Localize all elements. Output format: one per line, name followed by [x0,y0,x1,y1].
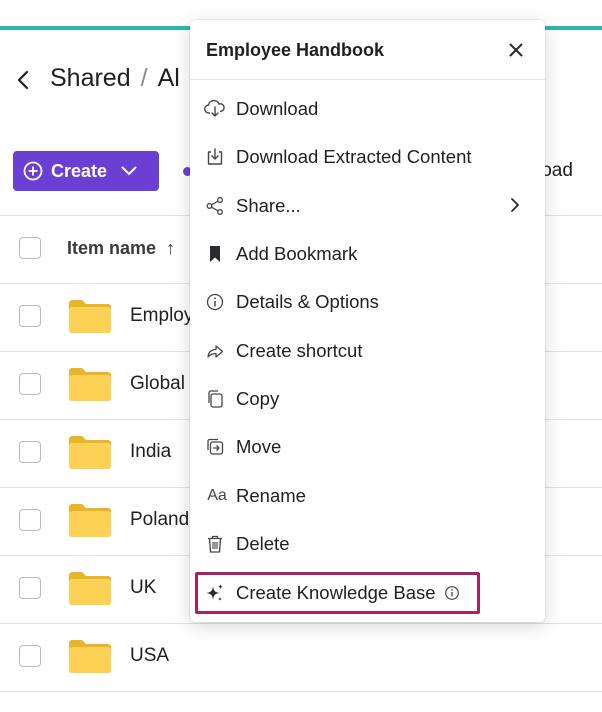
row-checkbox[interactable] [19,577,41,599]
shortcut-arrow-icon [204,340,226,362]
menu-item-add-bookmark[interactable]: Add Bookmark [204,234,532,274]
plus-circle-icon [23,161,43,181]
folder-icon [69,572,111,605]
back-button[interactable] [12,66,34,94]
breadcrumb: Shared / Al [50,64,180,93]
menu-item-label: Add Bookmark [236,243,358,264]
row-checkbox[interactable] [19,645,41,667]
copy-icon [204,388,226,410]
context-menu-title: Employee Handbook [206,40,385,60]
download-tray-icon [204,146,226,168]
cloud-download-icon [204,98,226,120]
folder-icon [69,368,111,401]
close-button[interactable] [506,40,526,60]
menu-item-download[interactable]: Download [204,89,532,129]
menu-item-rename[interactable]: Aa Rename [204,476,532,516]
menu-item-copy[interactable]: Copy [204,379,532,419]
menu-item-download-extracted[interactable]: Download Extracted Content [204,137,532,177]
row-item-name[interactable]: Global [130,373,185,395]
menu-item-delete[interactable]: Delete [204,524,532,564]
row-item-name[interactable]: Poland [130,509,189,531]
menu-item-details-options[interactable]: Details & Options [204,282,532,322]
info-icon[interactable] [444,585,460,601]
sparkle-icon [204,582,226,604]
chevron-down-icon [121,166,137,175]
row-checkbox[interactable] [19,441,41,463]
breadcrumb-shared[interactable]: Shared [50,64,131,93]
column-header-label: Item name [67,238,157,258]
context-menu: Employee Handbook Download Download Extr… [190,20,545,622]
column-header-item-name[interactable]: Item name ↑ [67,238,175,259]
menu-item-label: Download Extracted Content [236,146,472,167]
menu-item-label: Details & Options [236,291,379,312]
row-checkbox[interactable] [19,373,41,395]
menu-item-create-shortcut[interactable]: Create shortcut [204,331,532,371]
create-button[interactable]: Create [13,151,159,191]
menu-item-label: Copy [236,388,280,409]
menu-item-label: Share... [236,195,301,216]
breadcrumb-separator: / [140,64,148,92]
share-icon [204,195,226,217]
menu-item-label: Download [236,98,319,119]
chevron-right-icon [511,198,519,212]
folder-icon [69,300,111,333]
row-item-name[interactable]: USA [130,645,169,667]
row-checkbox[interactable] [19,305,41,327]
create-button-label: Create [51,160,108,181]
row-item-name[interactable]: India [130,441,171,463]
folder-icon [69,504,111,537]
row-checkbox[interactable] [19,509,41,531]
info-icon [204,291,226,313]
menu-item-create-knowledge-base[interactable]: Create Knowledge Base [204,573,532,613]
bookmark-icon [204,243,226,265]
menu-item-label: Delete [236,533,290,554]
row-item-name[interactable]: Employ [130,305,193,327]
breadcrumb-current: Al [157,64,180,92]
chevron-left-icon [17,70,29,90]
row-divider [0,691,602,692]
folder-icon [69,436,111,469]
rename-icon: Aa [207,487,227,504]
context-menu-header: Employee Handbook [190,20,545,80]
move-icon [204,436,226,458]
select-all-checkbox[interactable] [19,237,41,259]
sort-arrow-icon: ↑ [166,238,176,258]
menu-item-label: Create Knowledge Base [236,582,436,603]
menu-item-move[interactable]: Move [204,427,532,467]
folder-icon [69,640,111,673]
trash-icon [204,533,226,555]
menu-item-label: Move [236,436,282,457]
row-item-name[interactable]: UK [130,577,156,599]
row-divider [0,623,602,624]
close-icon [509,43,523,57]
menu-item-label: Rename [236,485,306,506]
menu-item-label: Create shortcut [236,340,363,361]
menu-item-share[interactable]: Share... [204,186,532,226]
